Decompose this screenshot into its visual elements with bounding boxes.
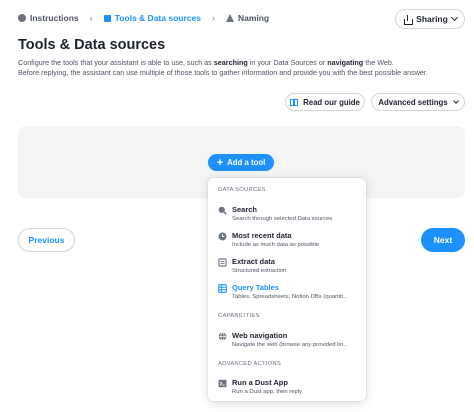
menu-item-title: Run a Dust App [232,378,288,387]
next-label: Next [433,235,453,245]
section-header-data-sources: DATA SOURCES [218,187,266,193]
description-bold-navigating: navigating [327,58,364,67]
globe-icon [218,332,227,341]
table-icon [218,284,227,293]
command-line-icon [218,379,227,388]
share-icon [403,14,414,25]
add-tool-dropdown: DATA SOURCES Search Search through selec… [208,178,366,401]
previous-button[interactable]: Previous [18,228,75,252]
menu-item-subtitle: Include as much data as possible [232,242,320,248]
step-label: Instructions [30,13,79,23]
menu-item-subtitle: Tables, Spreadsheets, Notion DBs (quanti… [232,294,348,300]
square-icon [103,14,111,22]
description-text: Configure the tools that your assistant … [18,58,214,67]
description-text: the Web. [363,58,394,67]
menu-item-subtitle: Structured extraction [232,268,287,274]
step-label: Naming [237,13,270,23]
section-header-capabilities: CAPABILITIES [218,313,260,319]
triangle-icon [225,14,234,22]
step-label: Tools & Data sources [114,13,201,23]
menu-item-subtitle: Navigate the web (browse any provided li… [232,342,348,348]
menu-item-title: Query Tables [232,283,279,292]
menu-item-subtitle: Search through selected Data sources [232,216,333,222]
menu-item-title: Search [232,205,258,214]
chevron-down-icon [450,13,458,22]
add-tool-label: Add a tool [227,158,266,167]
magnifier-icon [218,206,227,215]
page-description: Configure the tools that your assistant … [18,58,468,78]
wizard-stepper: Instructions › Tools & Data sources › Na… [18,10,269,26]
add-tool-button[interactable]: + Add a tool [208,154,274,171]
step-instructions[interactable]: Instructions [18,13,79,23]
description-line-2: Before replying, the assistant can use m… [18,68,428,77]
plus-icon: + [216,156,224,169]
book-icon [290,98,299,106]
step-tools-data-sources[interactable]: Tools & Data sources [103,13,201,23]
step-naming[interactable]: Naming [225,13,270,23]
section-header-advanced-actions: ADVANCED ACTIONS [218,361,281,367]
advanced-settings-label: Advanced settings [378,97,448,107]
chevron-right-icon: › [89,13,93,23]
advanced-settings-button[interactable]: Advanced settings [371,93,465,111]
clock-icon [218,232,227,241]
next-button[interactable]: Next [421,228,465,252]
menu-item-subtitle: Run a Dust app, then reply [232,389,303,395]
sharing-button[interactable]: Sharing [395,9,465,29]
chevron-down-icon [452,98,459,104]
description-bold-searching: searching [213,58,248,67]
chevron-right-icon: › [211,13,215,23]
menu-item-title: Extract data [232,257,275,266]
circle-icon [18,14,26,22]
menu-item-title: Most recent data [232,231,292,240]
previous-label: Previous [28,235,65,245]
read-guide-label: Read our guide [303,97,360,107]
menu-item-title: Web navigation [232,331,288,340]
scan-icon [218,258,227,267]
page-title: Tools & Data sources [18,37,166,53]
sharing-label: Sharing [416,14,448,24]
read-guide-button[interactable]: Read our guide [285,93,365,111]
description-text: in your Data Sources or [247,58,328,67]
